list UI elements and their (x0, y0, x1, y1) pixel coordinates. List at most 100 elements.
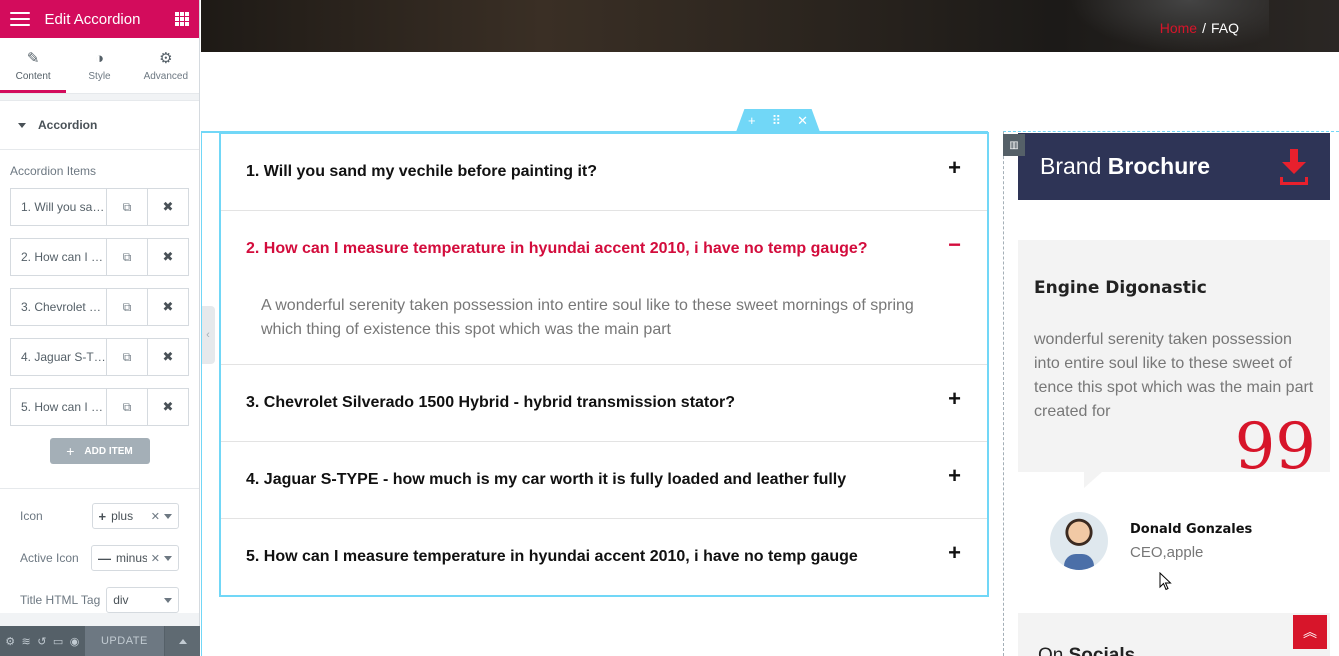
repeater-item-title[interactable]: 3. Chevrolet Silverado 1500 Hybrid - hyb… (11, 289, 106, 325)
tab-advanced-label: Advanced (143, 70, 189, 82)
download-icon (1280, 148, 1308, 185)
active-icon-control-label: Active Icon (20, 551, 79, 565)
repeater-item: 1. Will you sand my vechile before paint… (10, 188, 189, 226)
accordion-title-text: 4. Jaguar S-TYPE - how much is my car wo… (246, 471, 847, 488)
tab-style-label: Style (88, 70, 111, 82)
edit-column-icon[interactable]: ▥ (1003, 134, 1025, 156)
delete-section-icon[interactable]: ✕ (797, 113, 808, 129)
duplicate-icon[interactable]: ⧉ (106, 289, 147, 325)
duplicate-icon[interactable]: ⧉ (106, 339, 147, 375)
tab-style[interactable]: ◑ Style (66, 38, 132, 93)
brand-brochure-button[interactable]: Brand Brochure (1018, 133, 1330, 200)
remove-icon[interactable]: ✖ (147, 239, 188, 275)
duplicate-icon[interactable]: ⧉ (106, 239, 147, 275)
repeater-item-title[interactable]: 1. Will you sand my vechile before paint… (11, 189, 106, 225)
repeater-item: 5. How can I measure temperature in hyun… (10, 388, 189, 426)
icon-select[interactable]: + plus ✕ (91, 503, 179, 529)
repeater-control: Accordion Items 1. Will you sand my vech… (0, 150, 199, 488)
add-item-label: ADD ITEM (84, 445, 133, 457)
accordion-title-text: 5. How can I measure temperature in hyun… (246, 548, 858, 565)
minus-icon: − (948, 232, 961, 257)
page-preview: Home / FAQ ‹ + ⠿ ✕ ▥ 1. Will you sand my v… (201, 0, 1339, 656)
editor-panel: Edit Accordion ✎ Content ◑ Style ⚙ Advan… (0, 0, 201, 656)
chevron-up-icon (178, 638, 187, 644)
testimonial-card: Engine Digonastic wonderful serenity tak… (1018, 240, 1330, 488)
breadcrumb: Home / FAQ (1160, 20, 1239, 36)
author-meta: Donald Gonzales CEO,apple (1130, 522, 1252, 561)
author-role: CEO,apple (1130, 543, 1204, 561)
repeater-item: 4. Jaguar S-TYPE - how much is my car wo… (10, 338, 189, 376)
section-accordion-toggle[interactable]: Accordion (0, 100, 199, 150)
panel-header: Edit Accordion (0, 0, 199, 38)
plus-icon: + (948, 540, 961, 565)
repeater-item: 3. Chevrolet Silverado 1500 Hybrid - hyb… (10, 288, 189, 326)
plus-icon: + (948, 386, 961, 411)
chevron-down-icon (164, 513, 172, 519)
title-tag-label: Title HTML Tag (20, 593, 101, 607)
icon-select-value: plus (111, 509, 134, 523)
responsive-icon[interactable]: ▭ (53, 635, 63, 648)
author-name: Donald Gonzales (1130, 521, 1253, 537)
repeater-item-title[interactable]: 4. Jaguar S-TYPE - how much is my car wo… (11, 339, 106, 375)
accordion-title[interactable]: 4. Jaguar S-TYPE - how much is my car wo… (221, 442, 987, 518)
plus-icon: + (98, 508, 107, 524)
avatar (1050, 512, 1108, 570)
caret-down-icon (18, 122, 26, 128)
title-tag-value: div (113, 593, 129, 607)
tab-content[interactable]: ✎ Content (0, 38, 67, 93)
socials-title-bold: Socials (1068, 645, 1136, 656)
tab-content-label: Content (15, 70, 51, 82)
active-icon-control: Active Icon — minus ✕ (20, 545, 179, 571)
icon-control: Icon + plus ✕ (20, 503, 179, 529)
brochure-title-bold: Brochure (1107, 153, 1211, 179)
remove-icon[interactable]: ✖ (147, 339, 188, 375)
accordion-title[interactable]: 3. Chevrolet Silverado 1500 Hybrid - hyb… (221, 365, 987, 441)
menu-icon[interactable] (10, 12, 30, 26)
plus-icon: + (948, 155, 961, 180)
brochure-title: Brand Brochure (1040, 153, 1210, 180)
chevron-down-icon (164, 555, 172, 561)
repeater-item-title[interactable]: 5. How can I measure temperature in hyun… (11, 389, 106, 425)
scroll-to-top-button[interactable]: ︽ (1293, 615, 1327, 649)
tab-advanced[interactable]: ⚙ Advanced (133, 38, 199, 93)
add-item-wrap: + ADD ITEM (10, 438, 189, 488)
breadcrumb-home-link[interactable]: Home (1160, 20, 1197, 36)
accordion-content: A wonderful serenity taken possession in… (261, 297, 914, 338)
brochure-title-light: Brand (1040, 153, 1108, 179)
title-tag-select[interactable]: div (106, 587, 179, 613)
active-icon-select[interactable]: — minus ✕ (91, 545, 179, 571)
breadcrumb-separator: / (1202, 20, 1206, 36)
accordion-title-text: 1. Will you sand my vechile before paint… (246, 163, 598, 180)
pencil-icon: ✎ (26, 49, 40, 67)
accordion-item: 4. Jaguar S-TYPE - how much is my car wo… (221, 442, 987, 519)
clear-icon[interactable]: ✕ (151, 552, 160, 565)
widgets-grid-icon[interactable] (175, 12, 189, 26)
update-button[interactable]: UPDATE (84, 626, 165, 656)
accordion-title[interactable]: 1. Will you sand my vechile before paint… (221, 134, 987, 210)
section-title: Accordion (38, 118, 98, 132)
contrast-icon: ◑ (94, 49, 105, 67)
accordion-title-text: 3. Chevrolet Silverado 1500 Hybrid - hyb… (246, 394, 736, 411)
testimonial-author: Donald Gonzales CEO,apple (1050, 512, 1252, 570)
remove-icon[interactable]: ✖ (147, 289, 188, 325)
history-icon[interactable]: ↺ (37, 635, 46, 648)
remove-icon[interactable]: ✖ (147, 189, 188, 225)
duplicate-icon[interactable]: ⧉ (106, 189, 147, 225)
accordion-title[interactable]: 5. How can I measure temperature in hyun… (221, 519, 987, 595)
update-options-button[interactable] (165, 626, 201, 656)
duplicate-icon[interactable]: ⧉ (106, 389, 147, 425)
accordion-item: 1. Will you sand my vechile before paint… (221, 134, 987, 211)
remove-icon[interactable]: ✖ (147, 389, 188, 425)
plus-icon: + (66, 443, 75, 459)
settings-icon[interactable]: ⚙ (5, 635, 15, 648)
preview-eye-icon[interactable]: ◉ (70, 635, 80, 648)
add-section-icon[interactable]: + (748, 113, 756, 128)
navigator-icon[interactable]: ≋ (22, 635, 31, 648)
socials-widget: On Socials (1018, 613, 1330, 656)
add-item-button[interactable]: + ADD ITEM (49, 438, 150, 464)
repeater-item-title[interactable]: 2. How can I measure temperature in hyun… (11, 239, 106, 275)
accordion-item: 3. Chevrolet Silverado 1500 Hybrid - hyb… (221, 365, 987, 442)
clear-icon[interactable]: ✕ (151, 510, 160, 523)
drag-section-icon[interactable]: ⠿ (772, 113, 782, 129)
icon-control-label: Icon (20, 509, 43, 523)
